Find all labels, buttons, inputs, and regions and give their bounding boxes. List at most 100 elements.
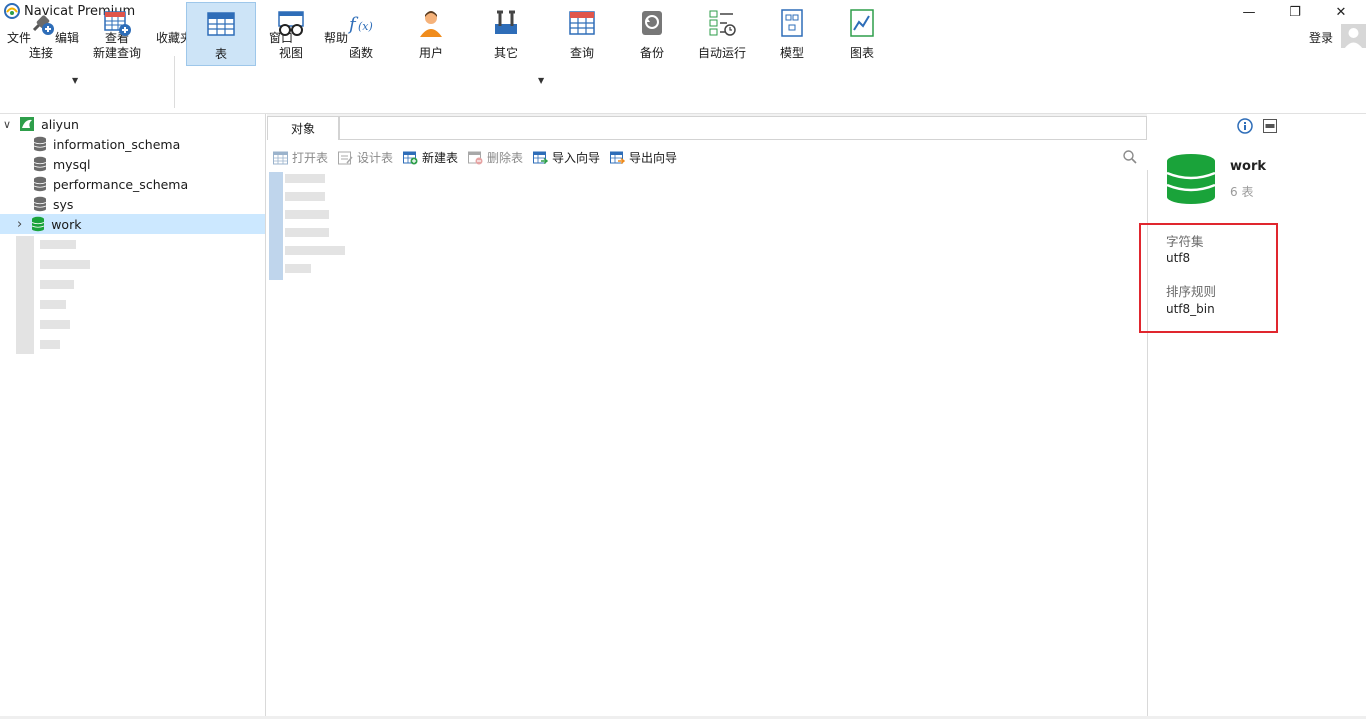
delete-table-icon (468, 151, 483, 164)
redacted-item[interactable] (40, 300, 66, 309)
connect-dropdown-icon[interactable]: ▼ (72, 76, 78, 85)
maximize-button[interactable]: ❐ (1272, 0, 1318, 24)
ddl-icon[interactable] (1263, 119, 1277, 133)
tree-db-performance-schema[interactable]: performance_schema (0, 174, 265, 194)
function-label: 函数 (348, 46, 373, 60)
backup-button[interactable]: 备份 (623, 2, 681, 64)
charset-value: utf8 (1166, 251, 1191, 265)
model-label: 模型 (779, 46, 804, 60)
model-button[interactable]: 模型 (763, 2, 821, 64)
view-button[interactable]: 视图 (262, 2, 320, 64)
redacted-table-item[interactable] (285, 210, 329, 219)
avatar[interactable] (1341, 24, 1366, 49)
query-button[interactable]: 查询 (553, 2, 611, 64)
close-button[interactable]: ✕ (1318, 0, 1364, 24)
design-table-button[interactable]: 设计表 (338, 149, 393, 166)
export-wizard-button[interactable]: 导出向导 (610, 149, 677, 166)
new-query-button[interactable]: 新建查询 (88, 2, 146, 64)
export-icon (610, 151, 625, 164)
tab-strip-area (339, 116, 1147, 139)
table-icon (207, 12, 235, 36)
open-table-icon (273, 151, 288, 164)
chart-button[interactable]: 图表 (833, 2, 891, 64)
redacted-item[interactable] (40, 260, 90, 269)
redacted-table-icons (269, 172, 283, 280)
user-avatar-icon (1344, 28, 1363, 49)
automation-label: 自动运行 (697, 46, 746, 60)
charset-label: 字符集 (1166, 234, 1204, 249)
search-icon[interactable] (1122, 149, 1138, 165)
import-icon (533, 151, 548, 164)
table-button[interactable]: 表 (186, 2, 256, 66)
new-table-button[interactable]: 新建表 (403, 149, 458, 166)
automation-button[interactable]: 自动运行 (693, 2, 751, 64)
backup-label: 备份 (639, 46, 664, 60)
user-button[interactable]: 用户 (402, 2, 460, 64)
connect-button[interactable]: 连接 (14, 2, 68, 64)
import-wizard-button[interactable]: 导入向导 (533, 149, 600, 166)
database-icon (33, 136, 47, 152)
redacted-icons (16, 236, 34, 354)
toolbar-divider (174, 56, 175, 108)
close-icon: ✕ (1335, 4, 1347, 20)
database-name: work (51, 216, 82, 232)
minimize-button[interactable]: — (1226, 0, 1272, 24)
redacted-table-item[interactable] (285, 228, 329, 237)
database-name: performance_schema (53, 176, 189, 192)
design-table-icon (338, 151, 353, 164)
expand-chevron-icon[interactable]: ∨ (3, 118, 11, 131)
database-name: sys (53, 196, 74, 212)
tree-db-mysql[interactable]: mysql (0, 154, 265, 174)
collapsed-chevron-icon[interactable]: › (17, 217, 22, 232)
redacted-table-item[interactable] (285, 264, 311, 273)
tree-db-work[interactable]: › work (0, 214, 265, 234)
tools-icon (495, 10, 517, 34)
redacted-item[interactable] (40, 280, 74, 289)
tab-objects[interactable]: 对象 (267, 116, 339, 140)
user-label: 用户 (418, 46, 443, 60)
delete-table-label: 删除表 (487, 151, 524, 165)
chart-icon (850, 9, 874, 37)
delete-table-button[interactable]: 删除表 (468, 149, 523, 166)
redacted-item[interactable] (40, 320, 70, 329)
restore-icon: ❐ (1289, 4, 1301, 20)
backup-icon (642, 11, 662, 35)
view-icon (278, 11, 304, 36)
database-name: information_schema (53, 136, 181, 152)
redacted-item[interactable] (40, 340, 60, 349)
chart-label: 图表 (849, 46, 874, 60)
open-table-button[interactable]: 打开表 (273, 149, 328, 166)
login-link[interactable]: 登录 (1309, 29, 1333, 46)
function-button[interactable]: f (x) 函数 (332, 2, 390, 64)
database-large-icon (1166, 154, 1216, 204)
tab-objects-label: 对象 (290, 122, 315, 136)
function-icon: f (x) (347, 14, 373, 35)
object-toolbar: 打开表 设计表 新建表 删除表 导入向导 导出向导 (267, 146, 1147, 170)
query-label: 查询 (569, 46, 594, 60)
database-icon (33, 176, 47, 192)
collation-label: 排序规则 (1166, 284, 1217, 299)
new-table-label: 新建表 (422, 151, 459, 165)
other-dropdown-icon[interactable]: ▼ (538, 76, 544, 85)
other-button[interactable]: 其它 (477, 2, 535, 64)
plug-icon (32, 15, 54, 35)
database-icon (33, 196, 47, 212)
tree-db-information-schema[interactable]: information_schema (0, 134, 265, 154)
table-label: 表 (214, 47, 227, 61)
redacted-table-item[interactable] (285, 174, 325, 183)
tree-db-sys[interactable]: sys (0, 194, 265, 214)
new-query-icon (104, 11, 131, 36)
redacted-table-item[interactable] (285, 192, 325, 201)
connection-tree: ∨ aliyun information_schema mysql perfor… (0, 114, 266, 717)
view-label: 视图 (278, 46, 303, 60)
export-wizard-label: 导出向导 (629, 151, 678, 165)
tree-connection-aliyun[interactable]: ∨ aliyun (0, 114, 265, 134)
connect-label: 连接 (28, 46, 53, 60)
redacted-table-item[interactable] (285, 246, 345, 255)
database-name: mysql (53, 156, 91, 172)
query-icon (569, 11, 595, 35)
model-icon (781, 9, 803, 37)
redacted-item[interactable] (40, 240, 76, 249)
info-icon[interactable] (1237, 118, 1253, 134)
svg-text:(x): (x) (358, 20, 373, 33)
